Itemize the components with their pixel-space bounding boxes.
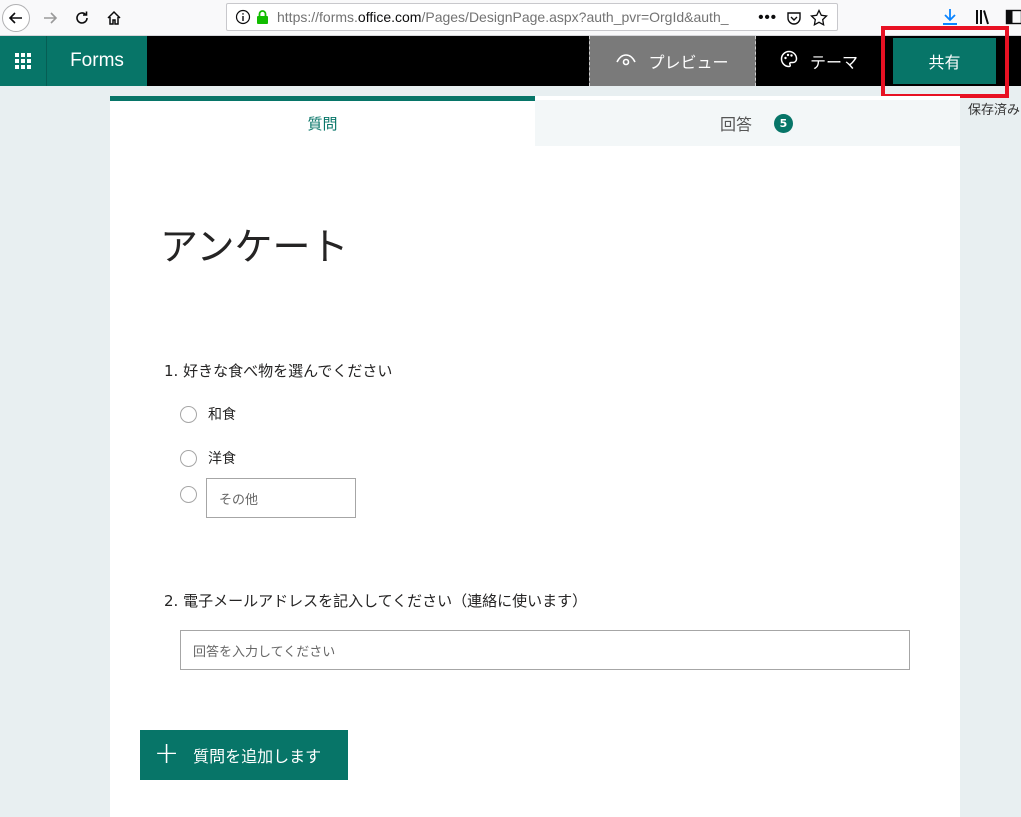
preview-button[interactable]: プレビュー: [589, 36, 756, 86]
eye-icon: [616, 52, 637, 71]
radio-button[interactable]: [180, 486, 197, 503]
theme-button[interactable]: テーマ: [760, 36, 878, 86]
form-card: 質問 回答 5 アンケート 1. 好きな食べ物を選んでください 和食 洋食 その…: [110, 96, 960, 817]
browser-toolbar: https://forms.office.com/Pages/DesignPag…: [0, 0, 1021, 36]
theme-label: テーマ: [809, 53, 858, 72]
back-icon[interactable]: [2, 4, 30, 32]
url-bar[interactable]: https://forms.office.com/Pages/DesignPag…: [226, 3, 838, 31]
plus-icon: +: [154, 735, 180, 771]
radio-button[interactable]: [180, 405, 197, 423]
home-icon[interactable]: [100, 4, 128, 32]
reload-icon[interactable]: [68, 4, 96, 32]
download-icon[interactable]: [939, 6, 961, 28]
preview-label: プレビュー: [648, 53, 729, 72]
bookmark-star-icon[interactable]: [809, 8, 829, 28]
share-button[interactable]: 共有: [893, 38, 996, 84]
option-other[interactable]: [180, 486, 197, 503]
lock-icon: [255, 9, 269, 25]
form-title[interactable]: アンケート: [160, 216, 348, 271]
add-question-button[interactable]: + 質問を追加します: [140, 730, 348, 780]
option-washoku[interactable]: 和食: [180, 404, 236, 424]
pocket-icon[interactable]: [785, 9, 803, 27]
tab-questions[interactable]: 質問: [110, 96, 535, 146]
option-label: 和食: [208, 407, 236, 423]
info-icon[interactable]: [235, 9, 251, 25]
add-question-label: 質問を追加します: [193, 747, 322, 766]
responses-count-badge: 5: [774, 113, 793, 133]
forward-icon[interactable]: [36, 4, 64, 32]
saved-status: 保存済み: [968, 103, 1021, 118]
question-1-title[interactable]: 1. 好きな食べ物を選んでください: [164, 360, 392, 381]
option-yoshoku[interactable]: 洋食: [180, 448, 236, 468]
palette-icon: [780, 50, 798, 72]
question-2-title[interactable]: 2. 電子メールアドレスを記入してください（連絡に使います）: [164, 590, 587, 611]
email-answer-input[interactable]: 回答を入力してください: [180, 630, 910, 670]
other-option-input[interactable]: その他: [206, 478, 356, 518]
tab-responses[interactable]: 回答 5: [535, 100, 960, 146]
radio-button[interactable]: [180, 449, 197, 467]
tab-responses-label: 回答: [719, 115, 752, 134]
url-text: https://forms.office.com/Pages/DesignPag…: [277, 9, 729, 25]
library-icon[interactable]: [972, 6, 994, 28]
page-actions-more-icon[interactable]: •••: [758, 9, 777, 26]
app-name[interactable]: Forms: [47, 36, 147, 86]
app-header: Forms プレビュー テーマ 共有: [0, 36, 1021, 86]
option-label: 洋食: [208, 451, 236, 467]
sidebar-icon[interactable]: [1003, 6, 1021, 28]
app-launcher-waffle-icon[interactable]: [0, 36, 47, 86]
